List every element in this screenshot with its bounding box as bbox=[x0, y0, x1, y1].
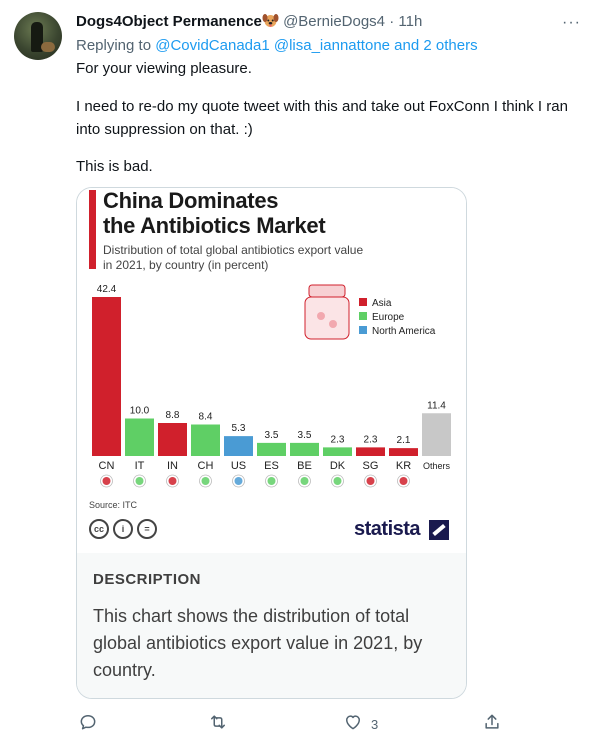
country-flag-icon bbox=[234, 477, 243, 485]
category-label: KR bbox=[396, 460, 411, 472]
category-label: US bbox=[231, 460, 246, 472]
bar bbox=[158, 423, 187, 456]
country-flag-icon bbox=[300, 477, 309, 485]
like-count: 3 bbox=[371, 717, 379, 732]
replying-to: Replying to @CovidCanada1 @lisa_iannatto… bbox=[76, 37, 478, 54]
avatar-dog-figure bbox=[41, 42, 55, 52]
bar bbox=[257, 442, 286, 456]
mention-link[interactable]: @lisa_iannattone bbox=[274, 37, 390, 54]
legend-label: Asia bbox=[372, 298, 392, 309]
bar bbox=[125, 418, 154, 456]
bar-value-label: 11.4 bbox=[427, 400, 446, 411]
description-line: This chart shows the distribution of tot… bbox=[93, 606, 410, 626]
reply-icon[interactable] bbox=[78, 712, 98, 732]
country-flag-icon bbox=[267, 477, 276, 485]
dog-face-emoji-icon bbox=[262, 13, 279, 28]
avatar[interactable] bbox=[14, 12, 62, 60]
category-label: CN bbox=[99, 460, 115, 472]
legend-label: North America bbox=[372, 326, 436, 337]
more-options-icon[interactable]: ··· bbox=[562, 14, 581, 32]
mention-link[interactable]: @CovidCanada1 bbox=[155, 37, 269, 54]
category-label: SG bbox=[363, 460, 379, 472]
bar-value-label: 8.4 bbox=[199, 412, 213, 423]
bar-value-label: 3.5 bbox=[298, 430, 312, 441]
replying-to-prefix: Replying to bbox=[76, 37, 152, 54]
legend-swatch bbox=[359, 312, 367, 320]
legend-label: Europe bbox=[372, 312, 405, 323]
bar bbox=[422, 413, 451, 456]
by-icon: i bbox=[113, 519, 133, 539]
bar bbox=[323, 447, 352, 456]
like-icon[interactable] bbox=[343, 712, 363, 732]
statista-logo: statista bbox=[354, 518, 421, 540]
tweet-text-line: I need to re-do my quote tweet with this… bbox=[76, 98, 568, 115]
tweet-header: Dogs4Object Permanence @BernieDogs4 · 11… bbox=[76, 13, 422, 30]
tweet-timestamp[interactable]: 11h bbox=[398, 13, 422, 30]
pill-icon bbox=[329, 320, 337, 328]
description-line: global antibiotics export value in 2021,… bbox=[93, 633, 423, 653]
tweet-text-line: This is bad. bbox=[76, 158, 153, 175]
country-flag-icon bbox=[201, 477, 210, 485]
retweet-icon[interactable] bbox=[208, 712, 228, 732]
bar bbox=[92, 297, 121, 456]
bar-chart: 42.4 CN 10.0 IT 8.8 IN 8.4 CH 5.3 US 3.5 ES 3.5 BE 2.3… bbox=[92, 284, 451, 488]
description-heading: DESCRIPTION bbox=[93, 571, 202, 588]
cc-icon: cc bbox=[89, 519, 109, 539]
country-flag-icon bbox=[366, 477, 375, 485]
category-label: ES bbox=[264, 460, 279, 472]
tweet-text-line: For your viewing pleasure. bbox=[76, 60, 252, 77]
chart-source: Source: ITC bbox=[89, 500, 138, 510]
bar-value-label: 10.0 bbox=[130, 406, 150, 417]
bar-value-label: 2.1 bbox=[397, 435, 411, 446]
legend-swatch bbox=[359, 298, 367, 306]
bar-value-label: 3.5 bbox=[265, 430, 279, 441]
user-handle[interactable]: @BernieDogs4 bbox=[283, 13, 385, 30]
infographic-image[interactable]: China Dominates the Antibiotics Market D… bbox=[77, 188, 466, 553]
category-label: IN bbox=[167, 460, 178, 472]
pill-bottle-icon bbox=[304, 296, 350, 340]
legend-swatch bbox=[359, 326, 367, 334]
bar-value-label: 2.3 bbox=[364, 434, 378, 445]
country-flag-icon bbox=[135, 477, 144, 485]
category-label: BE bbox=[297, 460, 312, 472]
bar-value-label: 42.4 bbox=[97, 284, 117, 295]
bar bbox=[389, 448, 418, 456]
bar-value-label: 8.8 bbox=[166, 410, 180, 421]
statista-mark-icon bbox=[429, 520, 449, 540]
pill-icon bbox=[317, 312, 325, 320]
header-separator: · bbox=[389, 13, 395, 30]
category-label: Others bbox=[423, 461, 451, 471]
bar bbox=[224, 436, 253, 456]
tweet-text-line: into suppression on that. :) bbox=[76, 121, 253, 138]
country-flag-icon bbox=[168, 477, 177, 485]
country-flag-icon bbox=[399, 477, 408, 485]
description-line: country. bbox=[93, 660, 156, 680]
bar-value-label: 5.3 bbox=[232, 423, 246, 434]
description-panel: DESCRIPTION This chart shows the distrib… bbox=[77, 553, 466, 698]
display-name[interactable]: Dogs4Object Permanence bbox=[76, 13, 262, 30]
category-label: CH bbox=[198, 460, 214, 472]
country-flag-icon bbox=[333, 477, 342, 485]
country-flag-icon bbox=[102, 477, 111, 485]
nd-icon: = bbox=[137, 519, 157, 539]
bar bbox=[290, 442, 319, 456]
category-label: DK bbox=[330, 460, 346, 472]
bar bbox=[191, 424, 220, 456]
and-others-link[interactable]: and 2 others bbox=[394, 37, 477, 54]
category-label: IT bbox=[135, 460, 145, 472]
share-icon[interactable] bbox=[482, 712, 502, 732]
bar-value-label: 2.3 bbox=[331, 434, 345, 445]
bar bbox=[356, 447, 385, 456]
pill-bottle-cap-icon bbox=[308, 284, 346, 298]
media-card[interactable]: China Dominates the Antibiotics Market D… bbox=[76, 187, 467, 699]
